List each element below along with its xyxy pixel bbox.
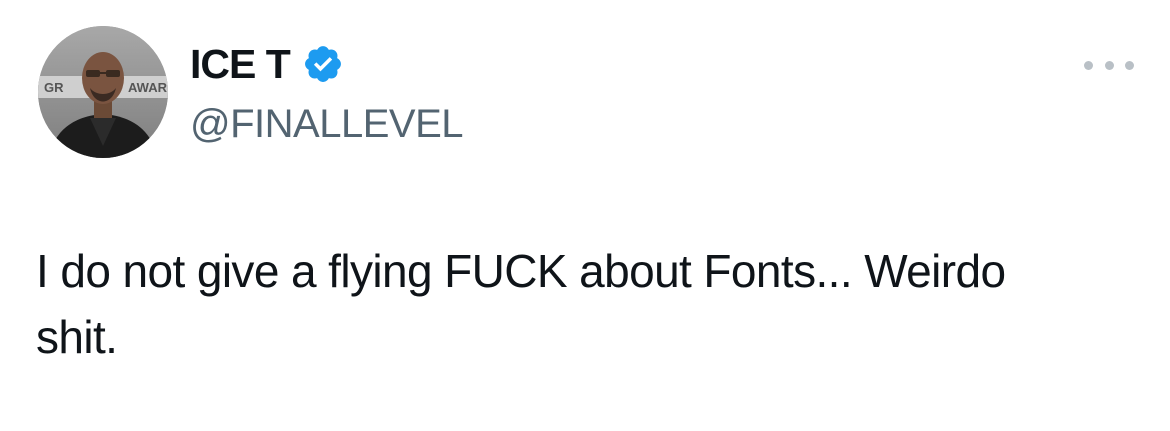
- verified-badge-icon[interactable]: [302, 43, 344, 85]
- avatar-backdrop-text-right: AWAR: [128, 80, 168, 95]
- avatar-backdrop-text-left: GR: [44, 80, 64, 95]
- tweet-text: I do not give a flying FUCK about Fonts.…: [36, 245, 1006, 363]
- more-dot: [1084, 60, 1093, 70]
- author-display-name[interactable]: ICE T: [190, 38, 291, 90]
- more-dot: [1125, 60, 1134, 70]
- tweet-header: ICE T @FINALLEVEL: [190, 38, 464, 150]
- more-options-icon[interactable]: [1084, 50, 1134, 80]
- name-row: ICE T: [190, 38, 463, 90]
- more-dot: [1104, 60, 1114, 70]
- tweet-card[interactable]: GR AWAR ICE T @FINALLEVEL I do not give …: [0, 0, 1170, 431]
- author-avatar[interactable]: GR AWAR: [38, 26, 168, 158]
- avatar-photo: GR AWAR: [38, 26, 168, 158]
- author-handle[interactable]: @FINALLEVEL: [190, 98, 464, 150]
